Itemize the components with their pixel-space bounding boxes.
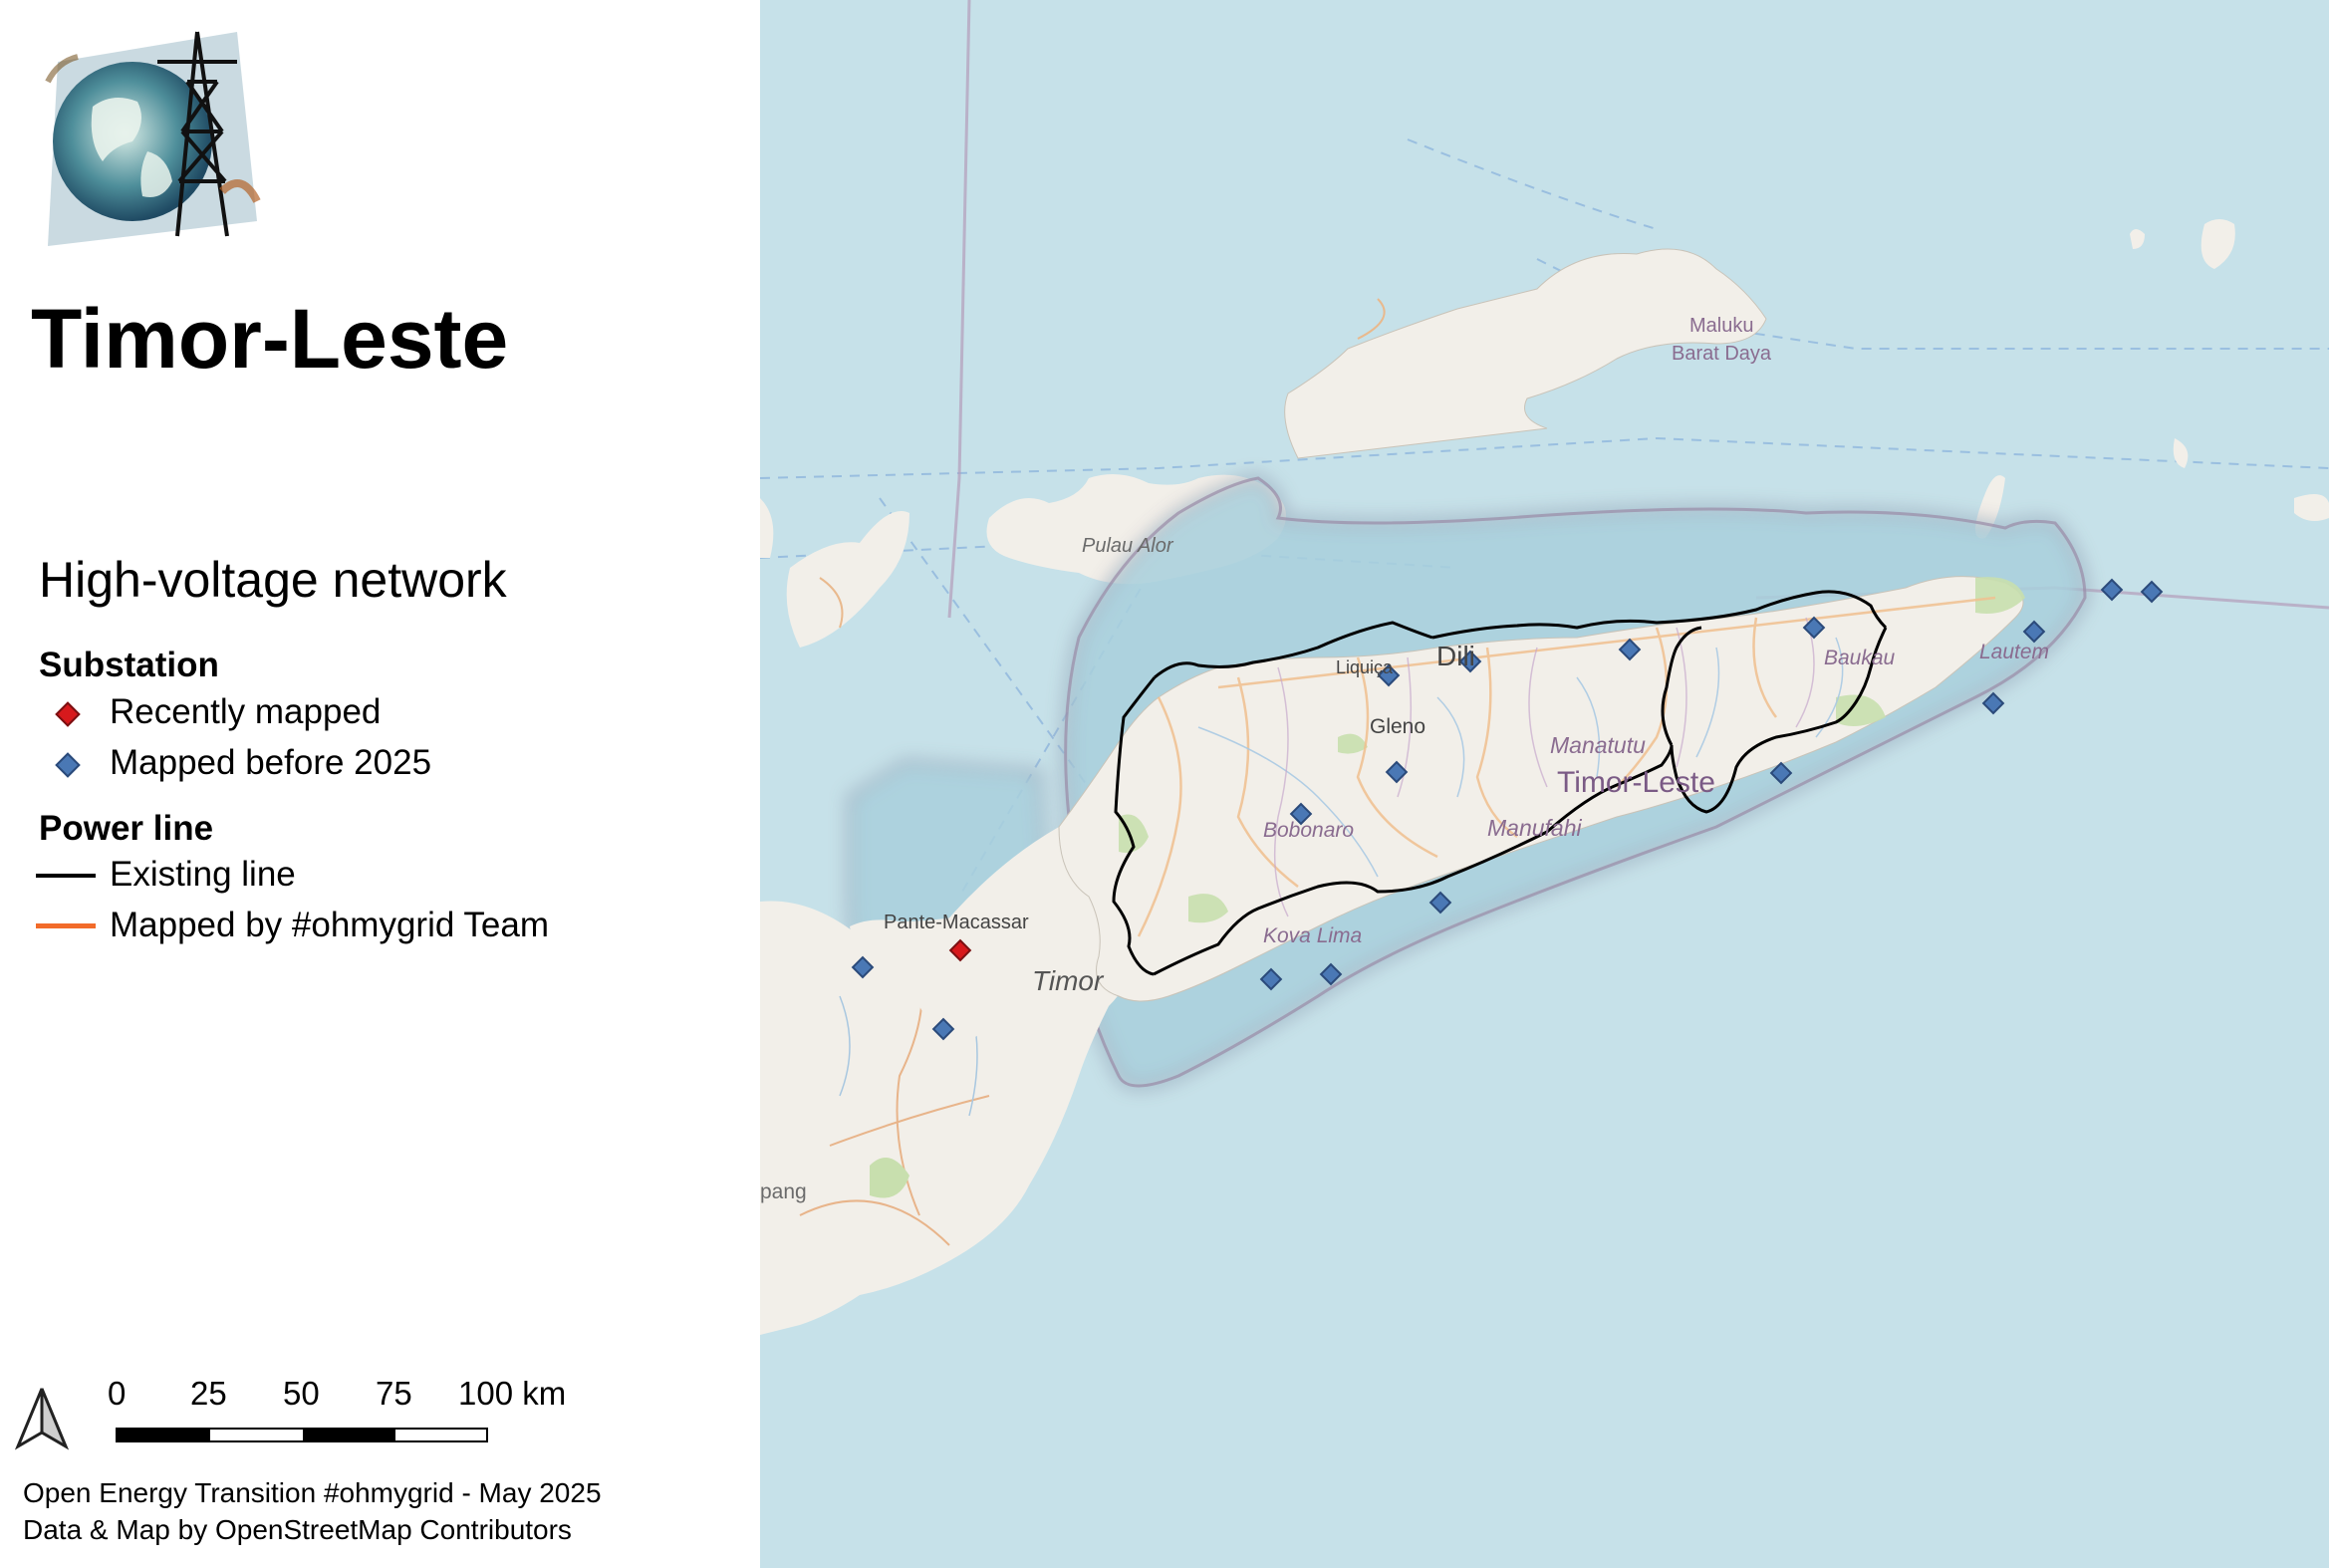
credit-line-2: Data & Map by OpenStreetMap Contributors [23, 1514, 572, 1545]
label-maluku: Maluku [1689, 315, 1754, 337]
scale-tick-75: 75 [376, 1375, 412, 1412]
label-kupang: pang [760, 1180, 807, 1203]
legend-subtitle: High-voltage network [39, 552, 507, 608]
map-canvas [760, 0, 2329, 1335]
legend-panel: Timor-Leste High-voltage network Substat… [0, 0, 760, 1568]
label-pante-macassar: Pante-Macassar [884, 912, 1029, 933]
label-bobonaro: Bobonaro [1263, 819, 1355, 842]
scale-tick-50: 50 [283, 1375, 320, 1412]
before-substation-symbol [55, 752, 81, 778]
before-substation-label: Mapped before 2025 [110, 743, 432, 782]
scale-tick-25: 25 [190, 1375, 227, 1412]
credit-line-1: Open Energy Transition #ohmygrid - May 2… [23, 1477, 602, 1508]
mapped-line-label: Mapped by #ohmygrid Team [110, 906, 549, 944]
label-liquica: Liquiça [1336, 657, 1394, 677]
label-kova-lima: Kova Lima [1263, 924, 1363, 947]
label-timor-leste: Timor-Leste [1557, 766, 1715, 799]
scale-tick-100: 100 km [458, 1375, 567, 1412]
label-manatutu: Manatutu [1550, 732, 1646, 758]
label-lautem: Lautem [1979, 641, 2050, 663]
globe-transmission-tower-logo [28, 22, 267, 251]
substation-heading: Substation [39, 646, 219, 684]
maluku-barat-daya-island [1284, 219, 2329, 522]
label-gleno: Gleno [1370, 715, 1426, 738]
label-baukau: Baukau [1824, 647, 1896, 669]
map-title: Timor-Leste [31, 292, 509, 386]
map-view[interactable]: Maluku Barat Daya Pulau Alor Dili Liquiç… [760, 0, 2329, 1568]
label-barat-daya: Barat Daya [1672, 343, 1772, 365]
scale-bar [116, 1428, 488, 1442]
label-dili: Dili [1436, 641, 1475, 671]
mapped-line-symbol [36, 923, 96, 928]
label-pulau-alor: Pulau Alor [1082, 535, 1173, 557]
existing-line-label: Existing line [110, 855, 296, 894]
north-arrow-icon [14, 1385, 70, 1450]
label-manufahi: Manufahi [1487, 815, 1582, 841]
scale-tick-0: 0 [108, 1375, 127, 1412]
existing-line-symbol [36, 874, 96, 878]
recent-substation-label: Recently mapped [110, 692, 382, 731]
powerline-heading: Power line [39, 809, 214, 848]
recent-substation-symbol [55, 701, 81, 727]
label-timor: Timor [1032, 965, 1104, 996]
